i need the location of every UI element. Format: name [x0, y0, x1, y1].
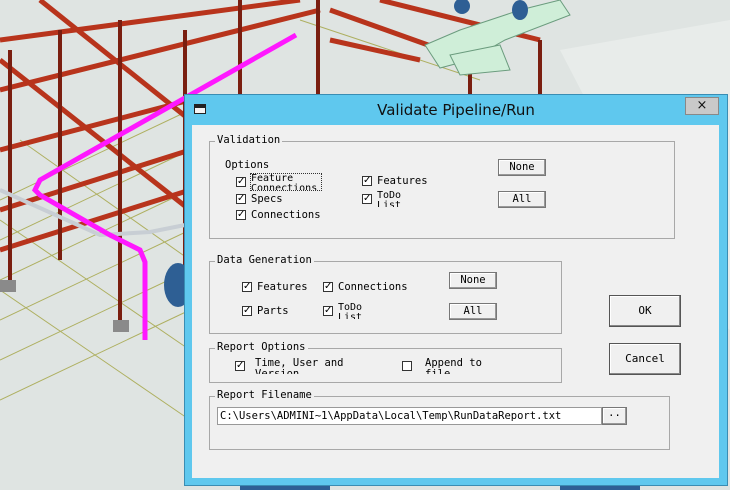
dg-all-button[interactable]: All	[449, 303, 497, 320]
time-user-version-checkbox[interactable]: Time, User and Version	[235, 358, 355, 374]
specs-label: Specs	[251, 193, 283, 205]
cancel-button[interactable]: Cancel	[609, 343, 681, 375]
data-generation-group: Data Generation Features Connections Par…	[209, 254, 562, 334]
checkbox-box[interactable]	[242, 304, 252, 317]
validation-legend: Validation	[215, 134, 283, 147]
browse-button[interactable]: ..	[602, 407, 627, 425]
checkbox-box[interactable]	[236, 192, 246, 205]
features-label: Features	[377, 175, 428, 187]
dg-connections-checkbox[interactable]: Connections	[323, 280, 423, 295]
report-options-legend: Report Options	[215, 341, 308, 354]
data-generation-legend: Data Generation	[215, 254, 314, 267]
checkbox-box[interactable]	[236, 175, 246, 188]
close-button[interactable]: ×	[685, 97, 719, 115]
checkbox-box[interactable]	[323, 304, 333, 317]
dg-parts-label: Parts	[257, 305, 289, 317]
checkbox-box[interactable]	[323, 280, 333, 293]
connections-checkbox[interactable]: Connections	[236, 208, 336, 223]
todo-list-checkbox[interactable]: ToDo List	[362, 191, 442, 207]
dg-connections-label: Connections	[338, 281, 408, 293]
dg-todo-list-checkbox[interactable]: ToDo List	[323, 303, 403, 319]
report-filename-legend: Report Filename	[215, 389, 314, 402]
validation-none-button[interactable]: None	[498, 159, 546, 176]
time-user-version-label: Time, User and Version	[255, 358, 344, 374]
checkbox-box[interactable]	[236, 208, 246, 221]
title-bar[interactable]: Validate Pipeline/Run ×	[185, 95, 727, 125]
dg-features-label: Features	[257, 281, 308, 293]
checkbox-box[interactable]	[362, 174, 372, 187]
connections-label: Connections	[251, 209, 321, 221]
checkbox-box[interactable]	[242, 280, 252, 293]
dg-none-button[interactable]: None	[449, 272, 497, 289]
validation-group: Validation Options Feature Connections S…	[209, 134, 675, 239]
dg-parts-checkbox[interactable]: Parts	[242, 304, 322, 319]
validate-pipeline-dialog: Validate Pipeline/Run × Validation Optio…	[184, 94, 728, 486]
dialog-client-area: Validation Options Feature Connections S…	[192, 125, 719, 478]
checkbox-box[interactable]	[362, 192, 372, 205]
options-label: Options	[225, 159, 270, 171]
report-filename-input[interactable]: C:\Users\ADMINI~1\AppData\Local\Temp\Run…	[217, 407, 602, 425]
ok-button[interactable]: OK	[609, 295, 681, 327]
dg-features-checkbox[interactable]: Features	[242, 280, 322, 295]
feature-connections-checkbox[interactable]: Feature Connections	[236, 173, 336, 191]
report-filename-group: Report Filename C:\Users\ADMINI~1\AppDat…	[209, 389, 670, 450]
checkbox-box[interactable]	[235, 359, 245, 372]
append-to-file-checkbox[interactable]: Append to file	[402, 358, 502, 374]
features-checkbox[interactable]: Features	[362, 174, 452, 189]
append-to-file-label: Append to file	[425, 358, 482, 374]
checkbox-box[interactable]	[402, 361, 412, 371]
specs-checkbox[interactable]: Specs	[236, 192, 316, 207]
feature-connections-label: Feature Connections	[250, 173, 322, 191]
report-options-group: Report Options Time, User and Version Ap…	[209, 341, 562, 383]
validation-all-button[interactable]: All	[498, 191, 546, 208]
dg-todo-list-label: ToDo List	[338, 303, 363, 319]
dialog-title: Validate Pipeline/Run	[377, 101, 535, 119]
todo-list-label: ToDo List	[377, 191, 402, 207]
